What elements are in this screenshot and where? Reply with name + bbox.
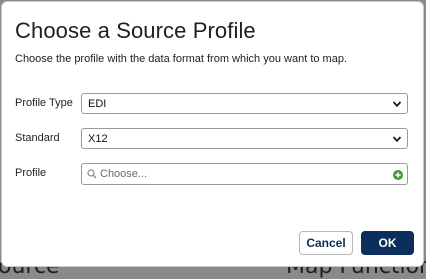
- dialog-subtitle: Choose the profile with the data format …: [15, 53, 347, 65]
- source-profile-dialog: Choose a Source Profile Choose the profi…: [1, 1, 424, 267]
- profile-type-label: Profile Type: [15, 97, 73, 109]
- profile-type-select[interactable]: EDI: [81, 93, 408, 114]
- profile-lookup[interactable]: Choose...: [81, 163, 408, 185]
- profile-type-value: EDI: [88, 98, 107, 110]
- add-icon[interactable]: [393, 170, 403, 180]
- standard-select[interactable]: X12: [81, 128, 408, 149]
- search-icon: [87, 169, 97, 179]
- profile-placeholder: Choose...: [100, 168, 148, 180]
- chevron-down-icon: [392, 136, 402, 143]
- chevron-down-icon: [392, 101, 402, 108]
- profile-label: Profile: [15, 167, 47, 179]
- standard-value: X12: [88, 133, 108, 145]
- dialog-title: Choose a Source Profile: [15, 18, 256, 43]
- cancel-button[interactable]: Cancel: [299, 231, 353, 255]
- standard-label: Standard: [15, 132, 60, 144]
- ok-button[interactable]: OK: [361, 231, 414, 255]
